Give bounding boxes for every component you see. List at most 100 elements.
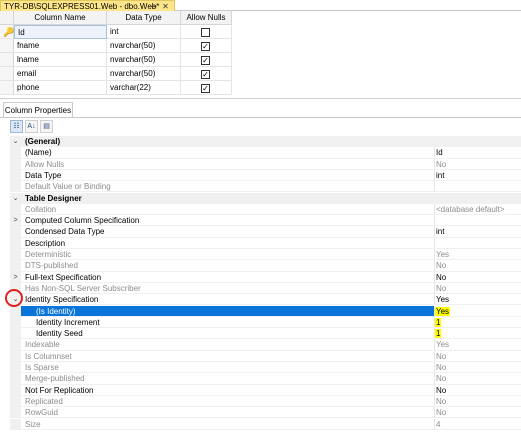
row-gutter <box>10 395 21 407</box>
column-name-cell[interactable]: phone <box>14 81 107 95</box>
property-value[interactable]: 1 <box>434 328 521 339</box>
property-row[interactable]: Identity Seed 1 <box>10 328 521 340</box>
column-row[interactable]: phone varchar(22) ✓ <box>0 81 232 95</box>
property-category[interactable]: ⌄ Table Designer <box>10 192 521 204</box>
close-icon[interactable]: ✕ <box>161 2 170 11</box>
allow-nulls-checkbox[interactable] <box>201 28 210 37</box>
property-row[interactable]: Replicated No <box>10 395 521 408</box>
property-name: Identity Seed <box>36 329 83 339</box>
property-row[interactable]: Condensed Data Type int <box>10 226 521 238</box>
property-name: Condensed Data Type <box>25 227 105 237</box>
property-row[interactable]: Has Non-SQL Server Subscriber No <box>10 282 521 295</box>
data-type-cell[interactable]: int <box>107 25 181 39</box>
property-value[interactable]: No <box>434 271 521 282</box>
property-value-text: Id <box>436 148 443 158</box>
row-selector[interactable] <box>0 81 14 95</box>
property-row[interactable]: Merge-published No <box>10 373 521 385</box>
property-value[interactable] <box>434 237 521 248</box>
categorized-icon[interactable]: ☷ <box>10 120 23 133</box>
data-type-cell[interactable]: varchar(22) <box>107 81 181 95</box>
allow-nulls-checkbox[interactable]: ✓ <box>201 56 210 65</box>
column-row[interactable]: fname nvarchar(50) ✓ <box>0 39 232 53</box>
row-gutter <box>10 407 21 418</box>
alphabetical-icon[interactable]: A↓ <box>25 120 38 133</box>
property-row[interactable]: Indexable Yes <box>10 339 521 351</box>
property-row[interactable]: Size 4 <box>10 418 521 430</box>
property-row[interactable]: Description <box>10 237 521 249</box>
data-type-cell[interactable]: nvarchar(50) <box>107 67 181 81</box>
column-row[interactable]: lname nvarchar(50) ✓ <box>0 53 232 67</box>
property-value-text: int <box>436 227 445 237</box>
property-value[interactable]: No <box>434 282 521 294</box>
row-gutter <box>10 181 21 192</box>
property-value[interactable]: No <box>434 407 521 418</box>
property-row[interactable]: > Full-text Specification No <box>10 271 521 283</box>
data-type-cell[interactable]: nvarchar(50) <box>107 39 181 53</box>
collapse-chevron-icon[interactable]: ⌄ <box>11 136 20 146</box>
property-category[interactable]: ⌄ (General) <box>10 136 521 148</box>
property-value[interactable]: Yes <box>434 294 521 305</box>
column-row[interactable]: 🔑 Id int <box>0 25 232 39</box>
property-row[interactable]: (Is Identity) Yes <box>10 305 521 317</box>
property-row[interactable]: (Name) Id <box>10 147 521 159</box>
property-row[interactable]: Is Sparse No <box>10 362 521 374</box>
property-value[interactable]: No <box>434 362 521 373</box>
allow-nulls-cell: ✓ <box>181 39 232 53</box>
column-name-cell[interactable]: fname <box>14 39 107 53</box>
property-value-text: No <box>436 408 447 418</box>
allow-nulls-checkbox[interactable]: ✓ <box>201 42 210 51</box>
property-row[interactable]: Is Columnset No <box>10 350 521 362</box>
property-value[interactable]: 4 <box>434 418 521 429</box>
property-value[interactable]: int <box>434 169 521 181</box>
row-selector[interactable] <box>0 53 14 67</box>
allow-nulls-checkbox[interactable]: ✓ <box>201 84 210 93</box>
property-row[interactable]: Collation <database default> <box>10 203 521 216</box>
property-row[interactable]: Deterministic Yes <box>10 249 521 261</box>
property-row[interactable]: > Computed Column Specification <box>10 215 521 227</box>
property-value-text: 1 <box>435 329 442 339</box>
property-value[interactable]: No <box>434 384 521 395</box>
property-pages-icon[interactable]: ▤ <box>40 120 53 133</box>
column-properties-tab[interactable]: Column Properties <box>3 102 73 117</box>
property-value[interactable]: No <box>434 395 521 407</box>
property-value[interactable]: int <box>434 226 521 237</box>
property-name: Computed Column Specification <box>25 216 140 226</box>
property-value-text: No <box>436 363 447 372</box>
expand-chevron-icon[interactable]: > <box>11 215 20 225</box>
row-selector[interactable] <box>0 67 14 81</box>
column-name-cell[interactable]: Id <box>14 25 107 39</box>
property-value[interactable]: Yes <box>434 249 521 260</box>
column-row[interactable]: email nvarchar(50) ✓ <box>0 67 232 81</box>
property-row[interactable]: Default Value or Binding <box>10 181 521 193</box>
property-row[interactable]: Not For Replication No <box>10 384 521 396</box>
column-name-cell[interactable]: lname <box>14 53 107 67</box>
row-selector[interactable] <box>0 39 14 53</box>
property-row[interactable]: Identity Increment 1 <box>10 316 521 329</box>
property-value[interactable]: <database default> <box>434 203 521 215</box>
property-value[interactable]: Yes <box>434 339 521 350</box>
property-row[interactable]: Allow Nulls No <box>10 158 521 170</box>
property-row[interactable]: DTS-published No <box>10 260 521 272</box>
pane-splitter[interactable] <box>0 98 521 99</box>
property-value[interactable] <box>434 215 521 226</box>
document-tab[interactable]: TYR-DB\SQLEXPRESS01.Web - dbo.Web* ⊸ ✕ <box>0 0 175 11</box>
property-value[interactable]: No <box>434 260 521 271</box>
property-value[interactable]: 1 <box>434 316 521 328</box>
property-value[interactable] <box>434 181 521 192</box>
property-value[interactable]: Id <box>434 147 521 158</box>
allow-nulls-checkbox[interactable]: ✓ <box>201 70 210 79</box>
property-value[interactable]: No <box>434 158 521 169</box>
property-row[interactable]: Data Type int <box>10 169 521 182</box>
property-value[interactable]: No <box>434 350 521 361</box>
property-name: Not For Replication <box>25 385 94 395</box>
collapse-chevron-icon[interactable]: ⌄ <box>11 193 20 203</box>
expand-chevron-icon[interactable]: > <box>11 272 20 282</box>
property-row[interactable]: ⌄ Identity Specification Yes <box>10 294 521 306</box>
pin-icon[interactable]: ⊸ <box>149 2 158 11</box>
column-name-cell[interactable]: email <box>14 67 107 81</box>
data-type-cell[interactable]: nvarchar(50) <box>107 53 181 67</box>
property-value[interactable]: No <box>434 373 521 384</box>
row-selector[interactable]: 🔑 <box>0 25 14 39</box>
property-value[interactable]: Yes <box>434 305 521 316</box>
property-row[interactable]: RowGuid No <box>10 407 521 419</box>
